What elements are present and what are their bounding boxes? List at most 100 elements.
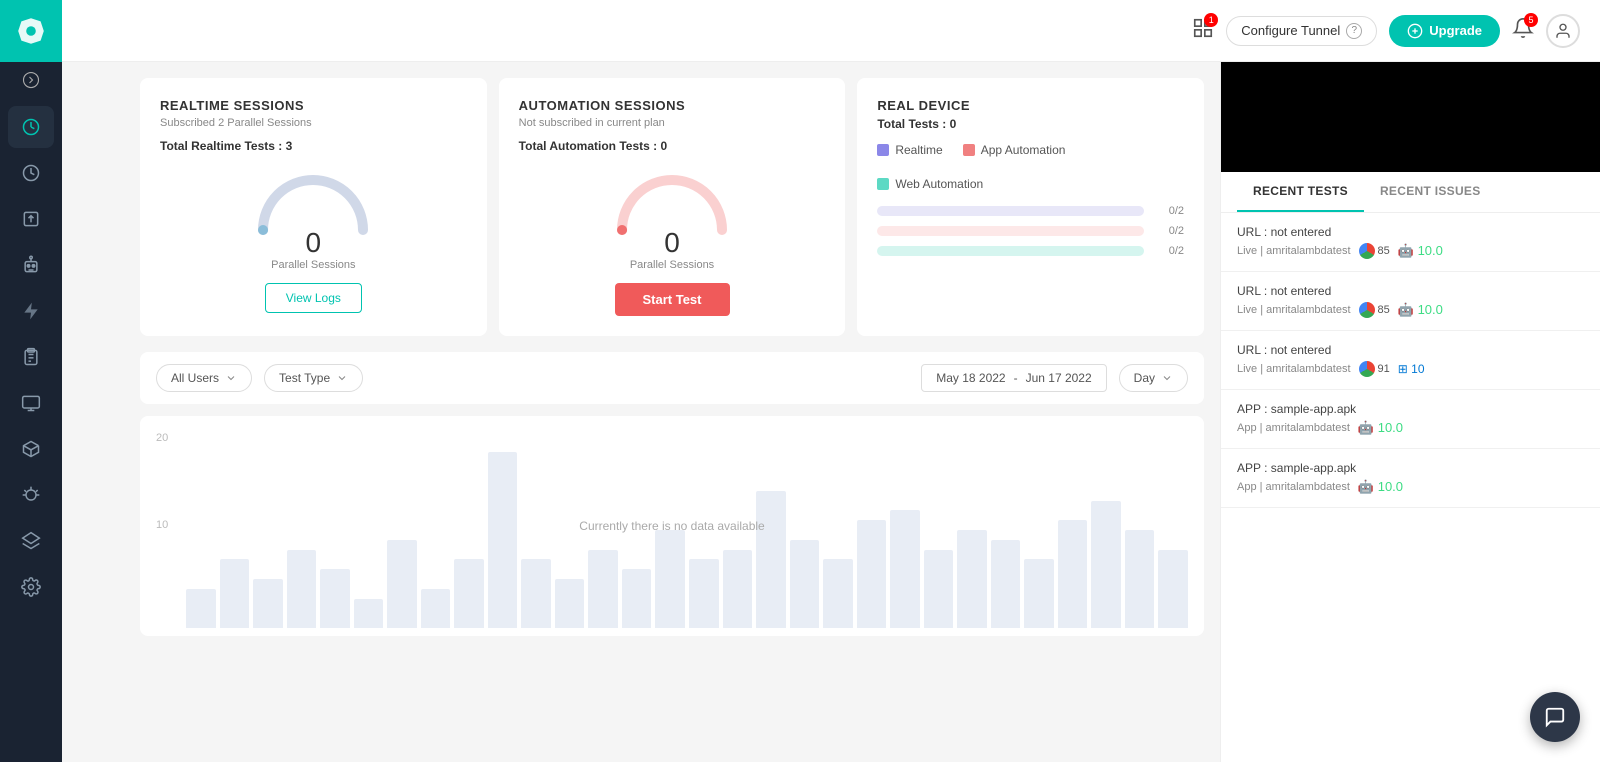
sidebar-item-clipboard[interactable] [8, 336, 54, 378]
chart-y-labels: 20 10 [156, 432, 168, 606]
date-end: Jun 17 2022 [1026, 371, 1092, 385]
sidebar-item-lightning[interactable] [8, 290, 54, 332]
realtime-legend-dot [877, 144, 889, 156]
test-type-filter[interactable]: Test Type [264, 364, 363, 392]
realtime-subtitle: Subscribed 2 Parallel Sessions [160, 117, 467, 129]
chat-bubble-button[interactable] [1530, 692, 1580, 742]
monitor-icon [21, 393, 41, 413]
android-os-badge: 🤖 10.0 [1398, 302, 1443, 318]
recent-test-item[interactable]: URL : not entered Live | amritalambdates… [1221, 272, 1600, 331]
granularity-label: Day [1134, 371, 1155, 385]
sidebar-item-history[interactable] [8, 152, 54, 194]
test-url: URL : not entered [1237, 343, 1584, 357]
bug-icon [21, 485, 41, 505]
help-icon: ? [1346, 23, 1362, 39]
chart-bar [756, 491, 786, 628]
progress-row-realtime: 0/2 [877, 205, 1184, 217]
web-automation-legend-label: Web Automation [895, 177, 983, 191]
chart-bar [454, 559, 484, 628]
recent-tests-list: URL : not entered Live | amritalambdates… [1221, 213, 1600, 762]
sidebar-item-bug[interactable] [8, 474, 54, 516]
layers-icon [21, 531, 41, 551]
right-panel-tabs: RECENT TESTS RECENT ISSUES [1221, 172, 1600, 213]
sidebar-item-monitor[interactable] [8, 382, 54, 424]
sidebar-item-settings[interactable] [8, 566, 54, 608]
web-progress-bg [877, 246, 1144, 256]
tab-recent-issues[interactable]: RECENT ISSUES [1364, 172, 1497, 212]
sidebar-nav [0, 106, 62, 608]
automation-title: AUTOMATION SESSIONS [519, 98, 826, 113]
recent-test-item[interactable]: APP : sample-app.apk App | amritalambdat… [1221, 449, 1600, 508]
sidebar-item-box[interactable] [8, 428, 54, 470]
chart-bar [991, 540, 1021, 628]
users-filter-label: All Users [171, 371, 219, 385]
chrome-browser-badge: 91 [1359, 361, 1390, 377]
recent-test-item[interactable]: URL : not entered Live | amritalambdates… [1221, 213, 1600, 272]
sidebar-item-upload[interactable] [8, 198, 54, 240]
chart-bar [790, 540, 820, 628]
granularity-filter[interactable]: Day [1119, 364, 1188, 392]
recent-test-item[interactable]: APP : sample-app.apk App | amritalambdat… [1221, 390, 1600, 449]
test-session-label: App | amritalambdatest [1237, 481, 1350, 493]
lightning-icon [21, 301, 41, 321]
legend-app-automation: App Automation [963, 143, 1066, 157]
chart-no-data-message: Currently there is no data available [579, 519, 764, 533]
chevron-down-users-icon [225, 372, 237, 384]
automation-gauge: 0 Parallel Sessions [519, 165, 826, 271]
date-range-picker[interactable]: May 18 2022 - Jun 17 2022 [921, 364, 1106, 392]
test-session-label: Live | amritalambdatest [1237, 245, 1351, 257]
dashboard-icon [21, 117, 41, 137]
chart-bar [1024, 559, 1054, 628]
chart-bar [689, 559, 719, 628]
settings-icon [21, 577, 41, 597]
chrome-icon [1359, 361, 1375, 377]
realtime-parallel-value: 0 [306, 227, 322, 259]
view-logs-button[interactable]: View Logs [265, 283, 362, 313]
configure-tunnel-button[interactable]: Configure Tunnel ? [1226, 16, 1377, 46]
start-test-button[interactable]: Start Test [615, 283, 730, 316]
grid-apps-button[interactable]: 1 [1192, 17, 1214, 44]
sidebar-expand-button[interactable] [0, 62, 62, 98]
legend-row: Realtime App Automation Web Automation [877, 143, 1184, 191]
chart-bar [655, 530, 685, 628]
realtime-gauge-svg [248, 165, 378, 235]
logo-icon [15, 15, 47, 47]
date-separator: - [1014, 371, 1018, 385]
test-url: APP : sample-app.apk [1237, 402, 1584, 416]
sidebar-item-dashboard[interactable] [8, 106, 54, 148]
sidebar-item-robot[interactable] [8, 244, 54, 286]
user-avatar-button[interactable] [1546, 14, 1580, 48]
chart-bar [924, 550, 954, 628]
left-panel: REALTIME SESSIONS Subscribed 2 Parallel … [124, 62, 1220, 762]
realtime-total: Total Realtime Tests : 3 [160, 139, 467, 153]
tab-recent-tests[interactable]: RECENT TESTS [1237, 172, 1364, 212]
configure-tunnel-label: Configure Tunnel [1241, 23, 1340, 38]
sidebar-item-layers[interactable] [8, 520, 54, 562]
test-meta: App | amritalambdatest 🤖 10.0 [1237, 479, 1584, 495]
chart-bar [857, 520, 887, 628]
chart-bar [320, 569, 350, 628]
sidebar [0, 0, 62, 762]
upgrade-button[interactable]: Upgrade [1389, 15, 1500, 47]
logo[interactable] [0, 0, 62, 62]
chart-bar [1158, 550, 1188, 628]
chevron-down-testtype-icon [336, 372, 348, 384]
upgrade-label: Upgrade [1429, 23, 1482, 38]
real-device-card: REAL DEVICE Total Tests : 0 Realtime App… [857, 78, 1204, 336]
legend-web-automation: Web Automation [877, 177, 983, 191]
test-type-filter-label: Test Type [279, 371, 330, 385]
upgrade-icon [1407, 23, 1423, 39]
recent-test-item[interactable]: URL : not entered Live | amritalambdates… [1221, 331, 1600, 390]
automation-parallel-value: 0 [664, 227, 680, 259]
chevron-right-icon [22, 71, 40, 89]
automation-total: Total Automation Tests : 0 [519, 139, 826, 153]
users-filter[interactable]: All Users [156, 364, 252, 392]
notification-button[interactable]: 5 [1512, 17, 1534, 44]
web-progress-label: 0/2 [1154, 245, 1184, 257]
windows-os-badge: ⊞ 10 [1398, 362, 1425, 376]
topbar: 1 Configure Tunnel ? Upgrade 5 [62, 0, 1600, 62]
real-device-total: Total Tests : 0 [877, 117, 1184, 131]
chart-bar [354, 599, 384, 628]
box-icon [21, 439, 41, 459]
notification-badge: 5 [1524, 13, 1538, 27]
